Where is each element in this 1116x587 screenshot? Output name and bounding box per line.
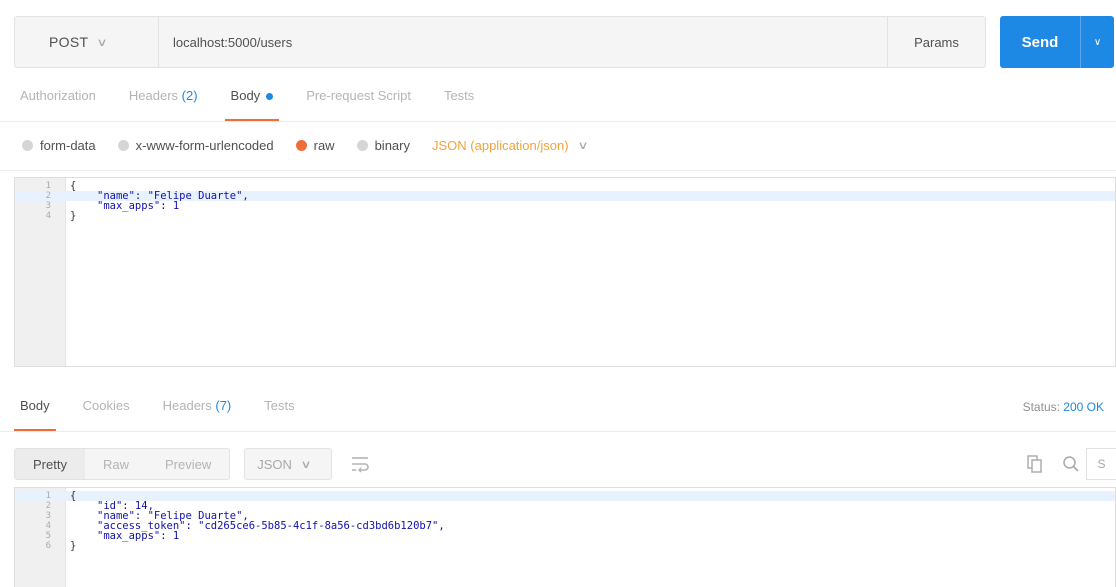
code-line: 5 "max_apps": 1 xyxy=(15,530,1115,542)
tab-body[interactable]: Body xyxy=(224,88,279,122)
code-text: "max_apps": 1 xyxy=(97,530,180,542)
copy-icon[interactable] xyxy=(1020,448,1050,480)
url-input[interactable]: localhost:5000/users xyxy=(158,16,888,68)
tab-response-tests[interactable]: Tests xyxy=(264,398,294,432)
radio-raw[interactable]: raw xyxy=(295,138,335,153)
chevron-down-icon: ∨ xyxy=(576,140,589,152)
url-value: localhost:5000/users xyxy=(173,34,293,50)
tab-response-headers[interactable]: Headers (7) xyxy=(163,398,232,432)
status-indicator: Status: 200 OK xyxy=(1023,400,1104,414)
divider xyxy=(0,431,1116,432)
line-number: 6 xyxy=(45,541,51,551)
line-number: 3 xyxy=(45,511,51,521)
response-tabs: Body Cookies Headers (7) Tests xyxy=(14,398,328,432)
tab-cookies[interactable]: Cookies xyxy=(83,398,130,432)
tab-authorization[interactable]: Authorization xyxy=(20,88,96,122)
radio-urlencoded[interactable]: x-www-form-urlencoded xyxy=(117,138,274,153)
send-dropdown-chevron-icon[interactable]: ∨ xyxy=(1080,16,1114,68)
response-body-viewer[interactable]: 1{ 2 "id": 14, 3 "name": "Felipe Duarte", … xyxy=(14,487,1116,587)
wrap-lines-icon[interactable] xyxy=(340,448,380,480)
tab-tests[interactable]: Tests xyxy=(444,88,474,122)
divider xyxy=(0,170,1116,171)
send-button[interactable]: Send ∨ xyxy=(1000,16,1114,68)
code-text: } xyxy=(70,210,77,222)
tab-label: Headers xyxy=(162,398,212,413)
tab-label: Cookies xyxy=(82,398,130,413)
view-pretty-button[interactable]: Pretty xyxy=(15,449,85,479)
tab-response-body[interactable]: Body xyxy=(14,398,56,432)
search-icon-svg xyxy=(1063,456,1079,472)
line-number: 4 xyxy=(45,211,51,221)
code-line: 6} xyxy=(15,540,1115,552)
radio-binary[interactable]: binary xyxy=(356,138,410,153)
radio-label: raw xyxy=(313,138,335,153)
radio-icon xyxy=(117,140,129,151)
method-select[interactable]: POST ∨ xyxy=(14,16,158,68)
format-select[interactable]: JSON ∨ xyxy=(244,448,333,480)
code-line: 1{ xyxy=(15,491,1115,501)
format-label: JSON xyxy=(257,456,292,472)
line-number: 2 xyxy=(45,501,51,511)
request-bar: POST ∨ localhost:5000/users Params Send … xyxy=(14,16,1114,68)
radio-label: x-www-form-urlencoded xyxy=(135,138,274,153)
modified-dot-icon xyxy=(266,93,274,101)
tab-count: (7) xyxy=(215,398,232,413)
radio-selected-icon xyxy=(295,140,307,151)
chevron-down-icon: ∨ xyxy=(96,36,109,49)
radio-form-data[interactable]: form-data xyxy=(22,138,96,153)
content-type-label: JSON (application/json) xyxy=(432,138,569,153)
tab-label: Headers xyxy=(128,88,179,103)
chevron-down-icon: ∨ xyxy=(300,458,312,471)
params-button[interactable]: Params xyxy=(888,16,986,68)
tab-label: Authorization xyxy=(20,88,96,103)
line-number: 1 xyxy=(45,491,51,501)
wrap-lines-icon-svg xyxy=(352,457,369,473)
tab-label: Body xyxy=(230,88,261,103)
status-value: 200 OK xyxy=(1063,400,1104,414)
request-tabs: Authorization Headers (2) Body Pre-reque… xyxy=(20,88,507,122)
params-label: Params xyxy=(914,34,959,50)
radio-icon xyxy=(356,140,368,151)
status-label: Status: xyxy=(1022,400,1060,414)
code-text: { xyxy=(70,490,77,502)
code-line: 4 "access_token": "cd265ce6-5b85-4c1f-8a5… xyxy=(15,521,1115,532)
line-number: 5 xyxy=(45,531,51,541)
code-line: 3 "max_apps": 1 xyxy=(15,200,1115,212)
line-number: 4 xyxy=(45,521,51,531)
line-number: 2 xyxy=(45,191,51,201)
line-number: 1 xyxy=(45,181,51,191)
method-label: POST xyxy=(49,34,89,50)
tab-headers[interactable]: Headers (2) xyxy=(129,88,198,122)
view-preview-button[interactable]: Preview xyxy=(147,449,229,479)
response-view-controls: Pretty Raw Preview JSON ∨ xyxy=(14,448,380,480)
tab-label: Body xyxy=(20,398,50,413)
body-type-options: form-data x-www-form-urlencoded raw bina… xyxy=(22,138,589,153)
code-line: 4} xyxy=(15,210,1115,222)
search-icon[interactable] xyxy=(1056,448,1086,480)
content-type-select[interactable]: JSON (application/json) ∨ xyxy=(432,138,589,153)
request-body-editor[interactable]: 1 { 2 "name": "Felipe Duarte", 3 "max_apps"… xyxy=(14,177,1116,367)
copy-icon-svg xyxy=(1027,455,1042,473)
tab-label: Pre-request Script xyxy=(306,88,411,103)
send-label: Send xyxy=(1021,33,1059,51)
tab-label: Tests xyxy=(443,88,475,103)
line-number: 3 xyxy=(45,201,51,211)
tab-pre-request-script[interactable]: Pre-request Script xyxy=(306,88,411,122)
tab-label: Tests xyxy=(264,398,295,413)
code-text: } xyxy=(70,540,77,552)
view-mode-group: Pretty Raw Preview xyxy=(14,448,231,480)
divider xyxy=(0,121,1116,122)
view-raw-button[interactable]: Raw xyxy=(85,449,147,479)
radio-label: form-data xyxy=(40,138,96,153)
radio-icon xyxy=(22,140,33,151)
code-text: { xyxy=(70,180,77,192)
radio-label: binary xyxy=(374,138,410,153)
save-response-button[interactable]: S xyxy=(1086,448,1116,480)
code-text: "max_apps": 1 xyxy=(97,200,180,212)
code-line: 2 "name": "Felipe Duarte", xyxy=(15,191,1115,201)
response-tools: S xyxy=(1014,448,1116,480)
tab-count: (2) xyxy=(181,88,198,103)
